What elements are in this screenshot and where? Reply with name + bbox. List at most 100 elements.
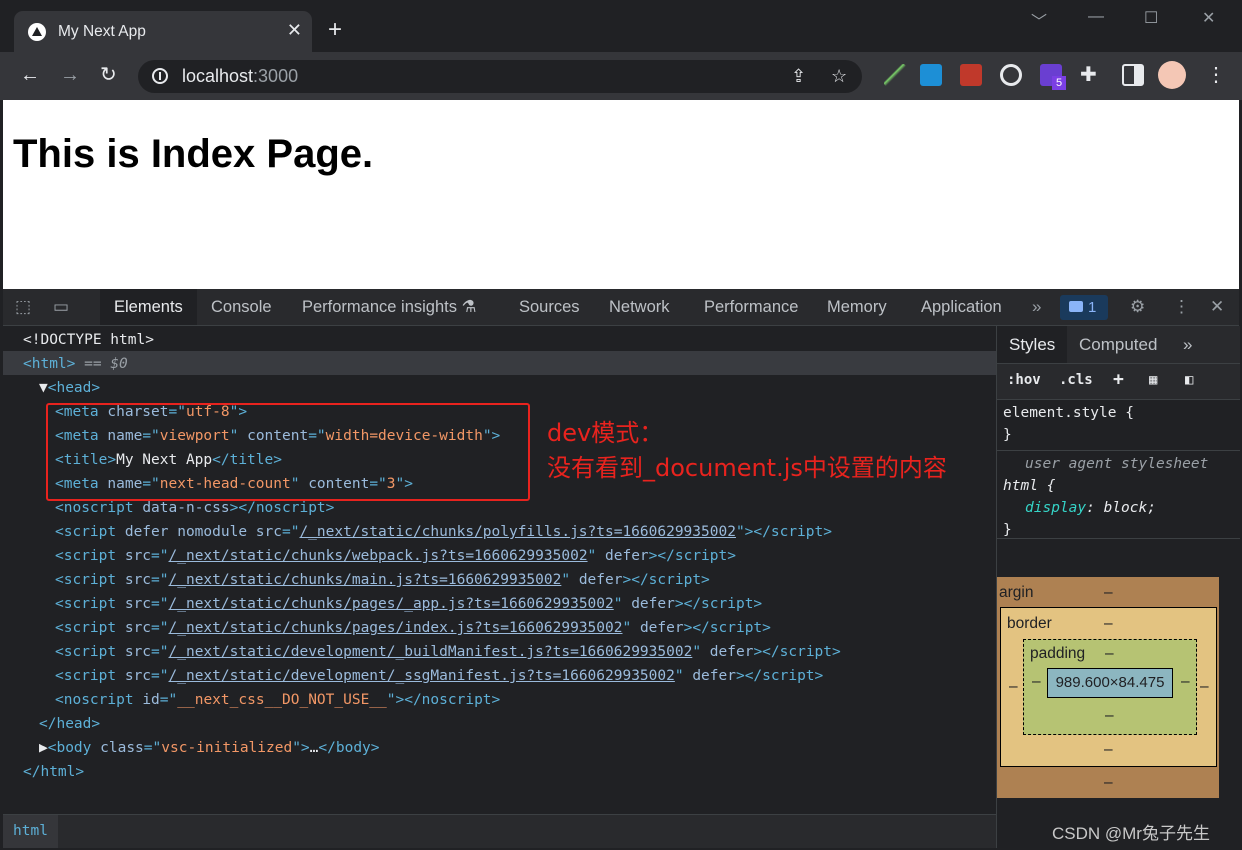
title-bar: My Next App ✕ + ﹀ — ☐ ✕: [0, 0, 1242, 52]
breadcrumb-html[interactable]: html: [3, 815, 58, 848]
margin-bottom-value: –: [1104, 774, 1113, 791]
page-heading: This is Index Page.: [13, 132, 374, 176]
paint-brush-icon[interactable]: ▦: [1149, 372, 1157, 388]
paw-extension-icon[interactable]: [960, 64, 982, 86]
share-icon[interactable]: ⇪: [791, 66, 806, 87]
margin-top-value: –: [1104, 584, 1113, 601]
flask-icon: ⚗: [461, 298, 477, 316]
styles-scrollbar[interactable]: [1221, 540, 1239, 848]
padding-top-value: –: [1105, 645, 1114, 662]
tab-console[interactable]: Console: [197, 289, 286, 325]
divider: [997, 538, 1240, 539]
nextjs-favicon-icon: [28, 23, 46, 41]
extensions-puzzle-icon[interactable]: ✚: [1080, 64, 1097, 86]
tab-computed[interactable]: Computed: [1067, 326, 1169, 363]
dom-node-line[interactable]: ▼<head>: [39, 376, 100, 400]
page-viewport: This is Index Page.: [3, 100, 1239, 289]
new-rule-icon[interactable]: +: [1113, 369, 1124, 390]
rule-selector: element.style {: [1003, 405, 1134, 421]
styles-sidebar: Styles Computed » :hov .cls + ▦ ◧ elemen…: [996, 326, 1240, 848]
border-bottom-value: –: [1104, 741, 1113, 758]
extension-badge: 5: [1052, 76, 1066, 90]
tab-performance[interactable]: Performance: [690, 289, 812, 325]
back-arrow-icon[interactable]: ←: [20, 64, 40, 86]
devtools-toolbar: ⬚ ▭ Elements Console Performance insight…: [3, 289, 1239, 326]
tab-search-icon[interactable]: ﹀: [1031, 8, 1047, 32]
hov-toggle[interactable]: :hov: [1007, 372, 1041, 388]
dom-node-line[interactable]: </head>: [39, 712, 100, 736]
tab-styles[interactable]: Styles: [997, 326, 1068, 363]
annotation-line: 没有看到_document.js中设置的内容: [547, 454, 947, 482]
tab-performance-insights[interactable]: Performance insights ⚗: [288, 289, 490, 325]
dom-node-line[interactable]: <script src="/_next/static/chunks/pages/…: [55, 616, 771, 640]
styles-filter-bar: :hov .cls + ▦ ◧: [997, 364, 1240, 400]
padding-right-value: –: [1181, 673, 1190, 690]
border-right-value: –: [1200, 678, 1209, 695]
browser-menu-icon[interactable]: ⋮: [1206, 64, 1226, 86]
devtools-menu-icon[interactable]: ⋮: [1173, 297, 1193, 317]
profile-avatar[interactable]: [1158, 61, 1186, 89]
elements-tree: <!DOCTYPE html> <html> == $0 ▼<head> <meta …: [3, 326, 996, 814]
box-model-border: border – – – – padding – – – – 989.600×8…: [1000, 607, 1217, 767]
tab-close-icon[interactable]: ✕: [287, 20, 302, 41]
browser-toolbar: ← → ↻ localhost:3000 ⇪ ☆ 5 ✚ ⋮: [0, 52, 1242, 100]
annotation-text: dev模式： 没有看到_document.js中设置的内容: [547, 416, 947, 486]
rule-close: }: [1003, 427, 1012, 443]
toggle-sidebar-icon[interactable]: ◧: [1185, 372, 1193, 388]
maximize-button[interactable]: ☐: [1144, 8, 1158, 28]
forward-arrow-icon[interactable]: →: [60, 64, 80, 86]
cls-toggle[interactable]: .cls: [1059, 372, 1093, 388]
device-toolbar-icon[interactable]: ▭: [53, 297, 73, 317]
side-panel-icon[interactable]: [1122, 64, 1144, 86]
minimize-button[interactable]: —: [1088, 8, 1104, 26]
more-tabs-icon[interactable]: »: [1032, 297, 1052, 317]
sidebar-tabs: Styles Computed »: [997, 326, 1240, 364]
window-close-button[interactable]: ✕: [1202, 8, 1215, 28]
ua-stylesheet-label: user agent stylesheet: [1025, 456, 1209, 472]
issues-badge[interactable]: 1: [1060, 295, 1108, 320]
dom-node-line[interactable]: <!DOCTYPE html>: [23, 328, 154, 352]
margin-label: argin: [999, 584, 1034, 601]
color-picker-extension-icon[interactable]: [884, 64, 906, 86]
annotation-line: dev模式：: [547, 419, 664, 447]
box-model-content[interactable]: 989.600×84.475: [1047, 668, 1173, 698]
dom-node-line[interactable]: <script src="/_next/static/development/_…: [55, 640, 841, 664]
target-extension-icon[interactable]: [1000, 64, 1022, 86]
tab-sources[interactable]: Sources: [505, 289, 594, 325]
element-style-rule: element.style { }: [1003, 402, 1134, 446]
padding-left-value: –: [1032, 673, 1041, 690]
dom-node-line[interactable]: <script src="/_next/static/chunks/main.j…: [55, 568, 710, 592]
divider: [997, 450, 1240, 451]
close-devtools-icon[interactable]: ✕: [1210, 297, 1230, 317]
dom-node-line[interactable]: <noscript id="__next_css__DO_NOT_USE__">…: [55, 688, 500, 712]
site-info-icon[interactable]: [152, 68, 168, 84]
dom-node-line[interactable]: <script defer nomodule src="/_next/stati…: [55, 520, 832, 544]
dom-node-line[interactable]: ▶<body class="vsc-initialized">…</body>: [39, 736, 380, 760]
url-text[interactable]: localhost:3000: [182, 66, 298, 87]
bookmark-star-icon[interactable]: ☆: [831, 66, 847, 87]
inspect-element-icon[interactable]: ⬚: [15, 297, 35, 317]
dom-node-line[interactable]: <script src="/_next/static/development/_…: [55, 664, 823, 688]
reload-icon[interactable]: ↻: [100, 64, 117, 86]
address-bar[interactable]: localhost:3000 ⇪ ☆: [138, 60, 862, 93]
tab-elements[interactable]: Elements: [100, 289, 197, 325]
sidebar-more-icon[interactable]: »: [1171, 326, 1204, 363]
s-extension-icon[interactable]: [920, 64, 942, 86]
tab-memory[interactable]: Memory: [813, 289, 901, 325]
tab-application[interactable]: Application: [907, 289, 1016, 325]
dom-node-line[interactable]: <script src="/_next/static/chunks/webpac…: [55, 544, 736, 568]
dom-node-line[interactable]: <html> == $0: [23, 352, 128, 376]
tab-network[interactable]: Network: [595, 289, 684, 325]
new-tab-button[interactable]: +: [328, 18, 342, 42]
browser-tab[interactable]: My Next App ✕: [14, 11, 312, 52]
dom-node-line[interactable]: </html>: [23, 760, 84, 784]
settings-gear-icon[interactable]: ⚙: [1130, 297, 1150, 317]
border-label: border: [1007, 615, 1052, 632]
box-model-padding: padding – – – – 989.600×84.475: [1023, 639, 1197, 735]
padding-bottom-value: –: [1105, 707, 1114, 724]
ua-html-rule: user agent stylesheet html { display: bl…: [1003, 453, 1208, 541]
dom-node-line[interactable]: <script src="/_next/static/chunks/pages/…: [55, 592, 762, 616]
watermark: CSDN @Mr兔子先生: [1052, 824, 1210, 843]
tab-title: My Next App: [58, 23, 146, 40]
cube-extension-icon[interactable]: 5: [1040, 64, 1066, 90]
